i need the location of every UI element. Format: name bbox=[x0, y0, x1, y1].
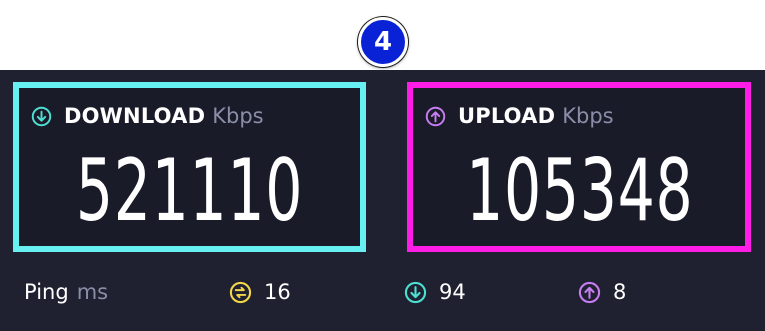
download-result-box: DOWNLOAD Kbps 521110 bbox=[13, 82, 366, 252]
upload-latency-value: 8 bbox=[613, 280, 627, 304]
download-header: DOWNLOAD Kbps bbox=[31, 104, 264, 128]
arrow-down-circle-icon bbox=[31, 106, 52, 126]
upload-latency-group: 8 bbox=[578, 280, 626, 304]
upload-result-box: UPLOAD Kbps 105348 bbox=[407, 82, 751, 252]
ping-unit: ms bbox=[76, 280, 109, 304]
ping-label: Ping bbox=[24, 280, 69, 304]
step-number-badge: 4 bbox=[358, 17, 408, 67]
download-latency-group: 94 bbox=[404, 280, 466, 304]
speedtest-results-panel: DOWNLOAD Kbps 521110 UPLOAD Kbps 105348 … bbox=[0, 70, 765, 331]
badge-number: 4 bbox=[373, 27, 393, 57]
latency-footer: Ping ms 16 94 8 bbox=[0, 280, 765, 314]
upload-label: UPLOAD bbox=[458, 104, 556, 128]
download-unit: Kbps bbox=[212, 104, 264, 128]
ping-label-group: Ping ms bbox=[24, 280, 108, 304]
arrow-up-circle-icon bbox=[578, 281, 601, 303]
download-latency-value: 94 bbox=[439, 280, 466, 304]
ping-value-group: 16 bbox=[229, 280, 291, 304]
arrow-down-circle-icon bbox=[404, 281, 427, 303]
upload-speed-value: 105348 bbox=[466, 141, 694, 241]
upload-header: UPLOAD Kbps bbox=[425, 104, 614, 128]
upload-unit: Kbps bbox=[562, 104, 614, 128]
arrow-up-circle-icon bbox=[425, 106, 446, 126]
download-label: DOWNLOAD bbox=[64, 104, 206, 128]
download-speed-value: 521110 bbox=[75, 141, 304, 241]
ping-jitter-icon bbox=[229, 281, 252, 303]
ping-value: 16 bbox=[264, 280, 291, 304]
